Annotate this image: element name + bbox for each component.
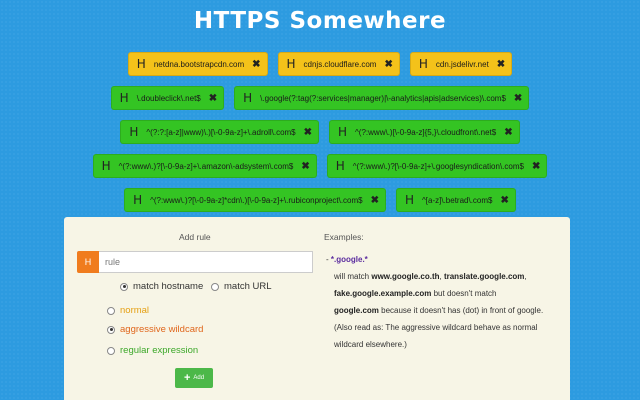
page-title: HTTPS Somewhere [193, 8, 447, 34]
rule-tag-list: Hnetdna.bootstrapcdn.com ✖ Hcdnjs.cloudfla… [0, 52, 640, 212]
h-icon: H [101, 159, 111, 173]
add-button[interactable]: + Add [175, 368, 213, 388]
match-hostname-label: match hostname [133, 281, 204, 292]
remove-icon[interactable]: ✖ [301, 161, 309, 172]
remove-icon[interactable]: ✖ [371, 195, 379, 206]
match-url-option[interactable]: match URL [211, 281, 272, 292]
rule-tag-text: ^[a-z]\.betrad\.com$ [422, 195, 493, 205]
remove-icon[interactable]: ✖ [384, 59, 392, 70]
regular-expression-label: regular expression [120, 345, 199, 356]
rule-input[interactable] [99, 251, 313, 273]
rule-tag-text: ^(?:www\.)?[\-0-9a-z]*cdn\.)[\-0-9a-z]+\… [150, 195, 363, 205]
h-icon: H [133, 193, 143, 207]
normal-label: normal [120, 305, 150, 316]
rule-tag: H ^(?:www\.)?[\-0-9a-z]*cdn\.)[\-0-9a-z]+… [124, 188, 387, 212]
add-rule-panel: Add rule H match hostname match URL norm… [64, 217, 570, 400]
remove-icon[interactable]: ✖ [501, 195, 509, 206]
match-hostname-option[interactable]: match hostname [120, 281, 203, 292]
h-icon: H [405, 193, 415, 207]
h-badge-icon: H [77, 251, 99, 273]
example-pattern: *.google.* [330, 255, 368, 264]
rule-tag-text: ^(?:www\.)?[\-0-9a-z]+\.googlesyndicatio… [352, 161, 524, 171]
h-icon: H [335, 159, 345, 173]
examples-title: Examples: [324, 232, 364, 242]
remove-icon[interactable]: ✖ [304, 127, 312, 138]
h-icon: H [338, 125, 348, 139]
plus-icon: + [183, 372, 191, 384]
rule-tag-text: ^(?:?:[a-z]|www)\.)[\-0-9a-z]+\.adroll\.… [146, 127, 296, 137]
h-icon: H [243, 91, 253, 105]
rule-tag: Hcdn.jsdelivr.net ✖ [409, 52, 513, 76]
match-hostname-radio[interactable] [120, 282, 128, 291]
remove-icon[interactable]: ✖ [504, 127, 512, 138]
rule-tag: H \.doubleclick\.net$ ✖ [110, 86, 225, 110]
remove-icon[interactable]: ✖ [252, 59, 260, 70]
rule-tag-text: ^(?:www\.)?[\-0-9a-z]+\.amazon\-adsystem… [118, 161, 294, 171]
normal-radio[interactable] [107, 306, 115, 315]
h-icon: H [286, 57, 296, 71]
rule-tag-text: ^(?:www\.)[\-0-9a-z]{5,}\.cloudfront\.ne… [355, 127, 497, 137]
h-icon: H [418, 57, 428, 71]
remove-icon[interactable]: ✖ [209, 93, 217, 104]
rule-tag-text: cdnjs.cloudflare.com [303, 59, 377, 69]
h-icon: H [136, 57, 146, 71]
match-url-label: match URL [224, 281, 272, 292]
rule-tag-text: cdn.jsdelivr.net [435, 59, 489, 69]
rule-tag: H ^(?:www\.)[\-0-9a-z]{5,}\.cloudfront\.n… [329, 120, 520, 144]
rule-tag: H ^(?:www\.)?[\-0-9a-z]+\.googlesyndicati… [326, 154, 548, 178]
rule-tag-text: netdna.bootstrapcdn.com [153, 59, 245, 69]
aggressive-wildcard-label: aggressive wildcard [120, 324, 204, 335]
rule-tag: H \.google(?:tag(?:services|manager)|\-an… [234, 86, 530, 110]
examples-text: - *.google.* will match www.google.co.th… [326, 255, 544, 349]
rule-tag: H ^(?:?:[a-z]|www)\.)[\-0-9a-z]+\.adroll\… [120, 120, 320, 144]
add-rule-title: Add rule [179, 232, 211, 242]
regular-expression-radio[interactable] [107, 346, 115, 355]
aggressive-wildcard-radio[interactable] [107, 325, 115, 334]
rule-tag: H ^[a-z]\.betrad\.com$ ✖ [396, 188, 516, 212]
remove-icon[interactable]: ✖ [532, 161, 540, 172]
rule-tag-text: \.google(?:tag(?:services|manager)|\-ana… [260, 93, 506, 103]
rule-tag: Hnetdna.bootstrapcdn.com ✖ [127, 52, 268, 76]
add-button-label: Add [193, 375, 205, 381]
regular-expression-option[interactable]: regular expression [107, 345, 198, 356]
aggressive-wildcard-option[interactable]: aggressive wildcard [107, 324, 203, 335]
remove-icon[interactable]: ✖ [497, 59, 505, 70]
h-icon: H [119, 91, 129, 105]
h-icon: H [129, 125, 139, 139]
normal-option[interactable]: normal [107, 305, 149, 316]
rule-tag: H ^(?:www\.)?[\-0-9a-z]+\.amazon\-adsyste… [92, 154, 317, 178]
rule-tag: Hcdnjs.cloudflare.com ✖ [277, 52, 400, 76]
match-url-radio[interactable] [211, 282, 219, 291]
rule-tag-text: \.doubleclick\.net$ [136, 93, 201, 103]
remove-icon[interactable]: ✖ [514, 93, 522, 104]
